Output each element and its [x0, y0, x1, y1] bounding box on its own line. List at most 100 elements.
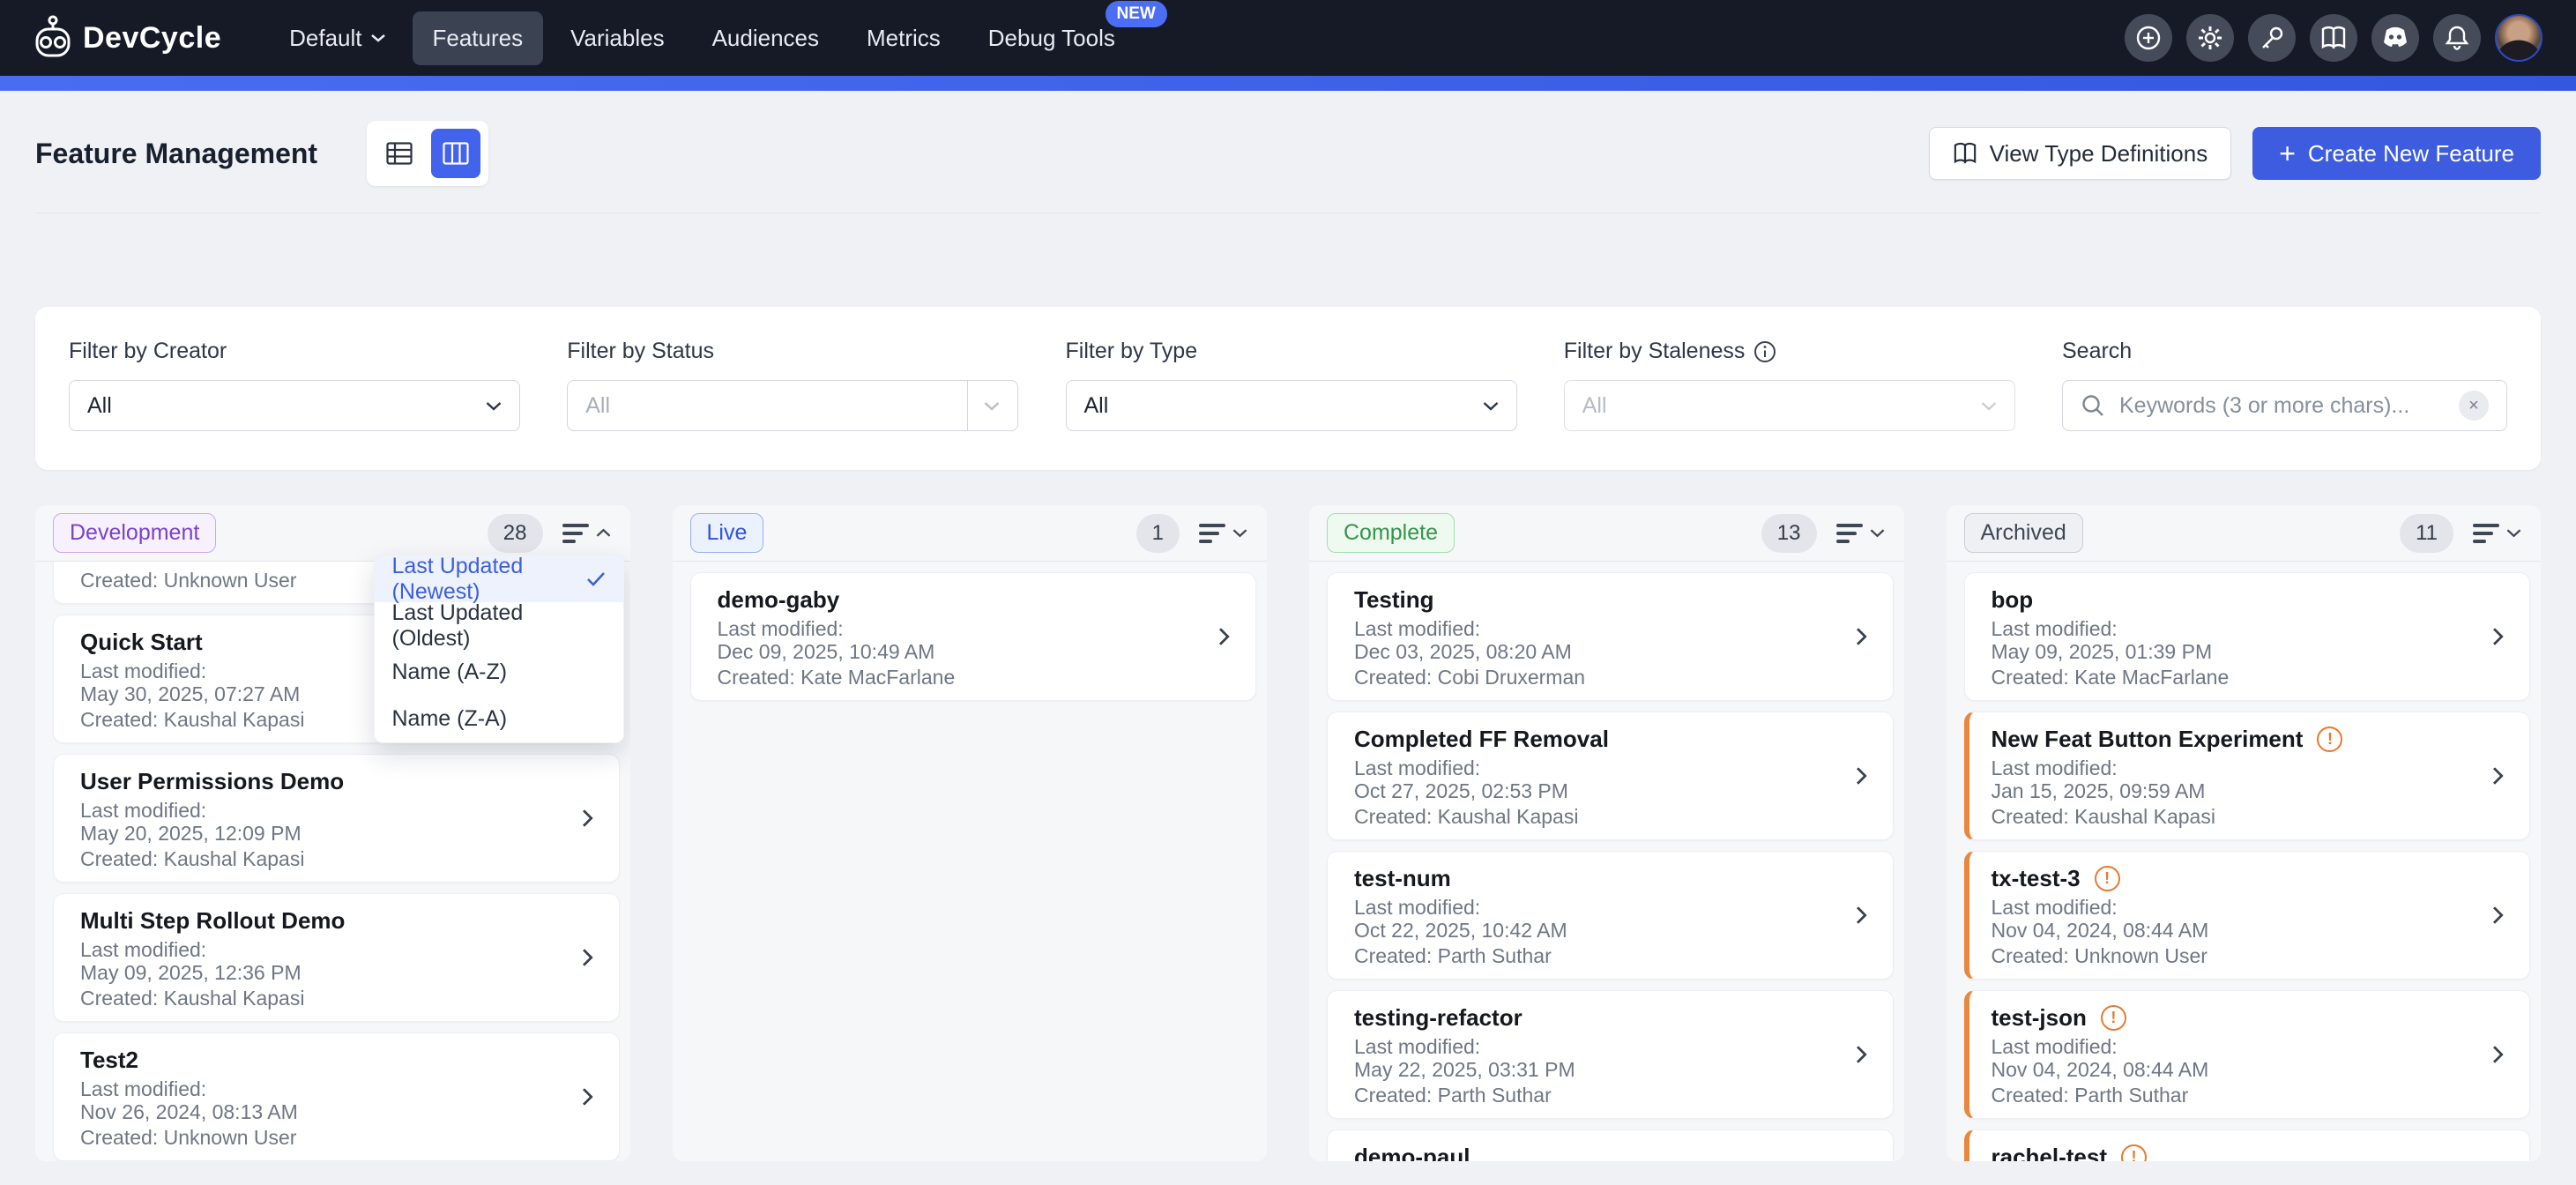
page-title: Feature Management: [35, 138, 317, 170]
feature-card-title: demo-gaby: [718, 586, 840, 613]
column-status-badge: Archived: [1964, 513, 2083, 553]
user-avatar[interactable]: [2495, 14, 2542, 62]
project-selector[interactable]: Default: [269, 11, 405, 65]
feature-card-title: User Permissions Demo: [80, 768, 344, 794]
filter-type-select[interactable]: All: [1066, 380, 1517, 431]
stale-warning-icon: !: [2317, 727, 2342, 752]
feature-card-title: bop: [1992, 586, 2034, 613]
column-header-controls: 1: [1136, 514, 1254, 553]
feature-card[interactable]: Multi Step Rollout DemoLast modified:May…: [53, 893, 620, 1022]
chevron-down-icon: [1870, 528, 1885, 538]
search-input[interactable]: [2119, 393, 2459, 419]
top-navbar: DevCycle Default Features Variables Audi…: [0, 0, 2576, 76]
feature-card[interactable]: User Permissions DemoLast modified:May 2…: [53, 754, 620, 883]
created-by: Created: Kaushal Kapasi: [80, 847, 592, 870]
filter-creator-label: Filter by Creator: [69, 339, 520, 364]
sort-menu-item-label: Last Updated (Oldest): [392, 600, 606, 652]
nav-item-variables[interactable]: Variables: [550, 11, 684, 65]
nav-item-metrics[interactable]: Metrics: [846, 11, 961, 65]
feature-card[interactable]: bopLast modified:May 09, 2025, 01:39 PMC…: [1964, 572, 2531, 701]
sort-dropdown-menu: Last Updated (Newest)Last Updated (Oldes…: [374, 555, 624, 743]
kanban-view-button[interactable]: [431, 129, 480, 178]
created-by: Created: Kate MacFarlane: [1992, 666, 2504, 689]
chevron-down-icon: [371, 34, 385, 42]
nav-item-features[interactable]: Features: [413, 11, 544, 65]
sort-lines-icon: [1199, 524, 1225, 543]
last-modified-label: Last modified:: [1354, 756, 1866, 779]
created-by: Created: Kate MacFarlane: [718, 666, 1230, 689]
created-by: Created: Kaushal Kapasi: [1992, 805, 2504, 828]
last-modified-label: Last modified:: [1992, 617, 2504, 640]
feature-card[interactable]: New Feat Button Experiment!Last modified…: [1964, 712, 2531, 840]
column-sort-button[interactable]: [1192, 517, 1254, 550]
created-by: Created: Parth Suthar: [1354, 1084, 1866, 1107]
filter-creator-select[interactable]: All: [69, 380, 520, 431]
feature-card[interactable]: rachel-test!: [1964, 1129, 2531, 1161]
sort-menu-item[interactable]: Name (Z-A): [375, 696, 623, 742]
devcycle-logo[interactable]: DevCycle: [34, 15, 221, 61]
feature-card-title-row: Completed FF Removal: [1354, 726, 1866, 752]
info-icon[interactable]: [1753, 340, 1776, 363]
feature-card[interactable]: TestingLast modified:Dec 03, 2025, 08:20…: [1327, 572, 1894, 701]
column-sort-button[interactable]: [555, 517, 618, 550]
notifications-bell-icon[interactable]: [2433, 14, 2481, 62]
add-circle-icon[interactable]: [2125, 14, 2172, 62]
column-count-badge: 1: [1136, 514, 1180, 553]
create-new-feature-button[interactable]: + Create New Feature: [2252, 127, 2541, 180]
clear-search-icon[interactable]: ×: [2459, 391, 2489, 421]
column-status-badge: Live: [690, 513, 764, 553]
feature-card-title: test-num: [1354, 865, 1451, 891]
column-sort-button[interactable]: [1829, 517, 1892, 550]
chevron-down-icon: [1981, 401, 1997, 411]
settings-gear-icon[interactable]: [2186, 14, 2234, 62]
sort-menu-item[interactable]: Last Updated (Oldest): [375, 602, 623, 649]
stale-warning-icon: !: [2101, 1005, 2126, 1031]
docs-book-icon[interactable]: [2310, 14, 2357, 62]
feature-card[interactable]: test-numLast modified:Oct 22, 2025, 10:4…: [1327, 851, 1894, 980]
feature-card[interactable]: testing-refactorLast modified:May 22, 20…: [1327, 990, 1894, 1119]
stale-warning-icon: !: [2095, 866, 2120, 891]
sort-menu-item-label: Name (Z-A): [392, 706, 508, 732]
column-header: Archived 11: [1947, 505, 2542, 562]
column-sort-button[interactable]: [2466, 517, 2528, 550]
nav-item-debug-tools[interactable]: Debug Tools NEW: [968, 11, 1135, 65]
created-by: Created: Unknown User: [1992, 944, 2504, 967]
feature-card-title: test-json: [1992, 1004, 2087, 1031]
last-modified-date: Jan 15, 2025, 09:59 AM: [1992, 779, 2504, 802]
feature-card[interactable]: demo-paul: [1327, 1129, 1894, 1161]
column-count-badge: 28: [488, 514, 543, 553]
column-header: Live 1: [673, 505, 1268, 562]
feature-card-title: rachel-test: [1992, 1144, 2108, 1161]
column-header-controls: 13: [1761, 514, 1892, 553]
sort-menu-item[interactable]: Last Updated (Newest): [375, 555, 623, 602]
created-by: Created: Kaushal Kapasi: [1354, 805, 1866, 828]
feature-card[interactable]: Completed FF Removal Last modified:Oct 27…: [1327, 712, 1894, 840]
plus-icon: +: [2279, 139, 2296, 168]
feature-card[interactable]: test-json!Last modified:Nov 04, 2024, 08…: [1964, 990, 2531, 1119]
created-by: Created: Cobi Druxerman: [1354, 666, 1866, 689]
nav-item-audiences[interactable]: Audiences: [692, 11, 839, 65]
list-view-button[interactable]: [375, 129, 424, 178]
created-by: Created: Parth Suthar: [1354, 944, 1866, 967]
new-badge: NEW: [1106, 1, 1167, 27]
search-label: Search: [2062, 339, 2507, 364]
feature-card-title-row: bop: [1992, 586, 2504, 613]
api-key-icon[interactable]: [2248, 14, 2296, 62]
feature-card[interactable]: Test2Last modified:Nov 26, 2024, 08:13 A…: [53, 1032, 620, 1161]
last-modified-label: Last modified:: [1354, 896, 1866, 919]
filter-staleness-select[interactable]: All: [1564, 380, 2015, 431]
last-modified-label: Last modified:: [1992, 756, 2504, 779]
chevron-up-icon: [596, 528, 611, 538]
column-status-badge: Development: [53, 513, 216, 553]
column-count-badge: 11: [2400, 514, 2453, 553]
feature-card-title: testing-refactor: [1354, 1004, 1523, 1031]
filter-status-select[interactable]: All: [567, 380, 1018, 431]
feature-card[interactable]: tx-test-3!Last modified:Nov 04, 2024, 08…: [1964, 851, 2531, 980]
view-type-definitions-button[interactable]: View Type Definitions: [1929, 127, 2232, 180]
sort-menu-item[interactable]: Name (A-Z): [375, 649, 623, 696]
discord-icon[interactable]: [2371, 14, 2419, 62]
feature-card[interactable]: demo-gabyLast modified:Dec 09, 2025, 10:…: [690, 572, 1257, 701]
kanban-column-live: Live 1 demo-gabyLast modified:Dec 09, 2025…: [673, 505, 1268, 1161]
kanban-column-complete: Complete13TestingLast modified:Dec 03, 2…: [1309, 505, 1904, 1161]
last-modified-date: Oct 27, 2025, 02:53 PM: [1354, 779, 1866, 802]
